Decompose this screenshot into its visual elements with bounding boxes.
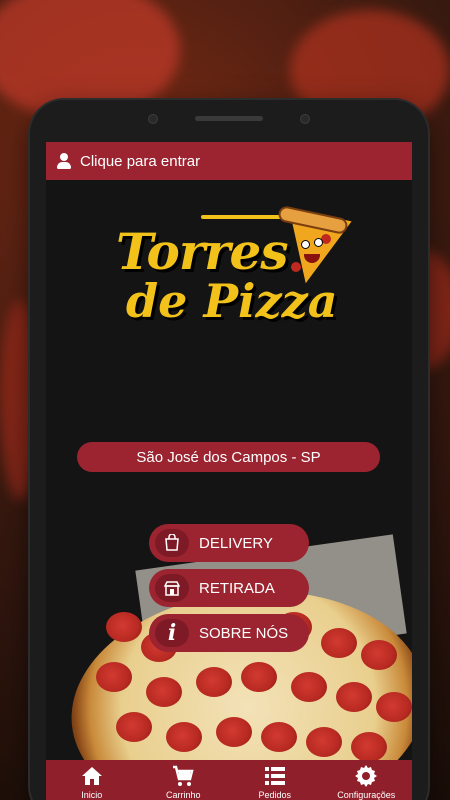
phone-camera <box>300 114 310 124</box>
nav-orders[interactable]: Pedidos <box>230 764 320 800</box>
nav-cart-label: Carrinho <box>165 790 201 800</box>
about-label: SOBRE NÓS <box>199 624 289 642</box>
nav-settings-label: Configurações <box>337 790 396 800</box>
about-button[interactable]: i SOBRE NÓS <box>149 614 309 652</box>
home-icon <box>81 767 102 785</box>
nav-orders-label: Pedidos <box>258 790 292 800</box>
nav-cart[interactable]: Carrinho <box>138 764 228 800</box>
phone-sensor <box>148 114 158 124</box>
bottom-navigation: Inicio Carrinho Pedidos Configurações <box>46 760 412 800</box>
list-icon <box>264 767 285 785</box>
delivery-button[interactable]: DELIVERY <box>149 524 309 562</box>
mascot-eye <box>301 240 310 249</box>
user-icon <box>56 153 72 169</box>
store-icon <box>155 574 189 602</box>
nav-home-label: Inicio <box>81 790 103 800</box>
cart-icon <box>173 765 194 786</box>
brand-logo: Torres de Pizza <box>106 204 356 342</box>
mascot-eye <box>314 238 323 247</box>
login-label: Clique para entrar <box>80 152 201 170</box>
nav-home[interactable]: Inicio <box>47 764 137 800</box>
brand-name-line1: Torres <box>116 222 288 281</box>
login-bar[interactable]: Clique para entrar <box>46 142 412 180</box>
info-icon: i <box>155 619 189 647</box>
pickup-button[interactable]: RETIRADA <box>149 569 309 607</box>
phone-frame: Clique para entrar Torres de Pizza São J… <box>30 100 428 800</box>
gear-icon <box>355 765 378 787</box>
mascot-pepperoni <box>291 262 301 272</box>
brand-name-line2: de Pizza <box>126 274 338 328</box>
city-selector[interactable]: São José dos Campos - SP <box>77 442 380 472</box>
nav-settings[interactable]: Configurações <box>321 764 411 800</box>
delivery-bag-icon <box>155 529 189 557</box>
phone-speaker <box>195 116 263 121</box>
pickup-label: RETIRADA <box>199 579 275 597</box>
delivery-label: DELIVERY <box>199 534 273 552</box>
app-screen: Clique para entrar Torres de Pizza São J… <box>46 142 412 800</box>
